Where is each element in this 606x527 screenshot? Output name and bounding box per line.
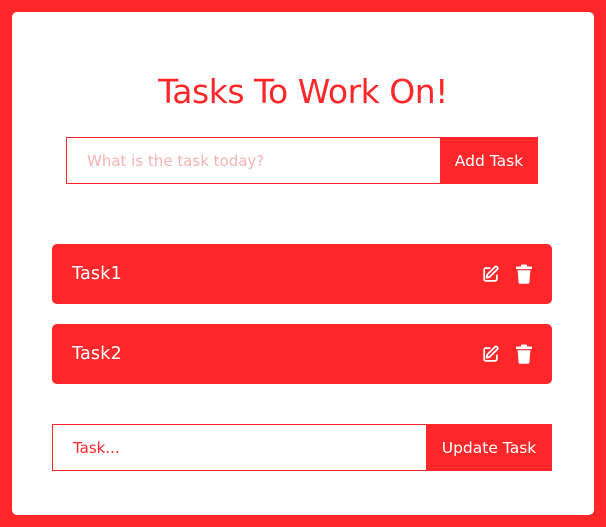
list-item: Task1 [52,244,552,304]
trash-icon[interactable] [514,264,534,284]
trash-icon[interactable] [514,344,534,364]
update-task-form: Update Task [52,424,552,471]
update-task-button[interactable]: Update Task [426,424,552,471]
task-label: Task1 [72,264,122,284]
list-item: Task2 [52,324,552,384]
page-title: Tasks To Work On! [158,72,448,111]
edit-icon[interactable] [480,344,500,364]
task-actions [480,264,534,284]
task-actions [480,344,534,364]
update-task-input[interactable] [52,424,426,471]
add-task-button[interactable]: Add Task [440,137,538,184]
edit-icon[interactable] [480,264,500,284]
task-list: Task1 Task2 [52,244,552,404]
add-task-form: Add Task [66,137,538,184]
task-label: Task2 [72,344,122,364]
new-task-input[interactable] [66,137,440,184]
todo-card: Tasks To Work On! Add Task Task1 [12,12,594,515]
